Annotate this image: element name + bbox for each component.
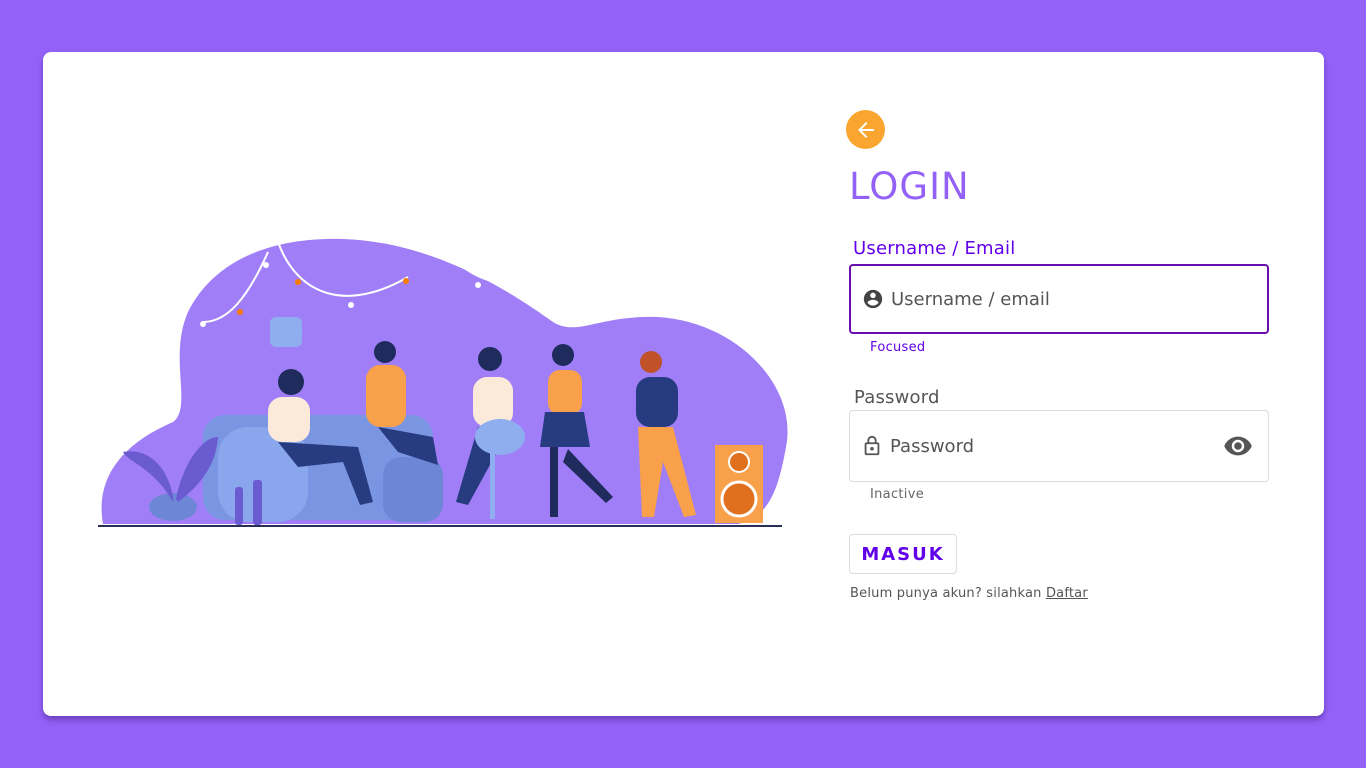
password-field[interactable] xyxy=(849,410,1269,482)
register-link[interactable]: Daftar xyxy=(1046,586,1088,601)
login-card: LOGIN Username / Email Focused Password … xyxy=(43,52,1324,716)
register-prompt-text: Belum punya akun? silahkan xyxy=(850,586,1042,601)
party-illustration xyxy=(98,238,788,527)
username-field[interactable] xyxy=(849,264,1269,334)
password-label: Password xyxy=(854,387,940,408)
username-helper-text: Focused xyxy=(870,340,926,355)
eye-icon[interactable] xyxy=(1222,430,1254,462)
masuk-button[interactable]: MASUK xyxy=(849,534,957,574)
back-button[interactable] xyxy=(846,110,885,149)
password-helper-text: Inactive xyxy=(870,487,924,502)
username-input[interactable] xyxy=(891,279,1267,319)
password-input[interactable] xyxy=(890,426,1222,466)
lock-icon xyxy=(860,434,884,458)
arrow-left-icon xyxy=(857,121,874,138)
username-label: Username / Email xyxy=(853,238,1016,259)
account-circle-icon xyxy=(861,287,885,311)
register-prompt: Belum punya akun? silahkan Daftar xyxy=(850,586,1088,601)
login-title: LOGIN xyxy=(849,165,970,208)
